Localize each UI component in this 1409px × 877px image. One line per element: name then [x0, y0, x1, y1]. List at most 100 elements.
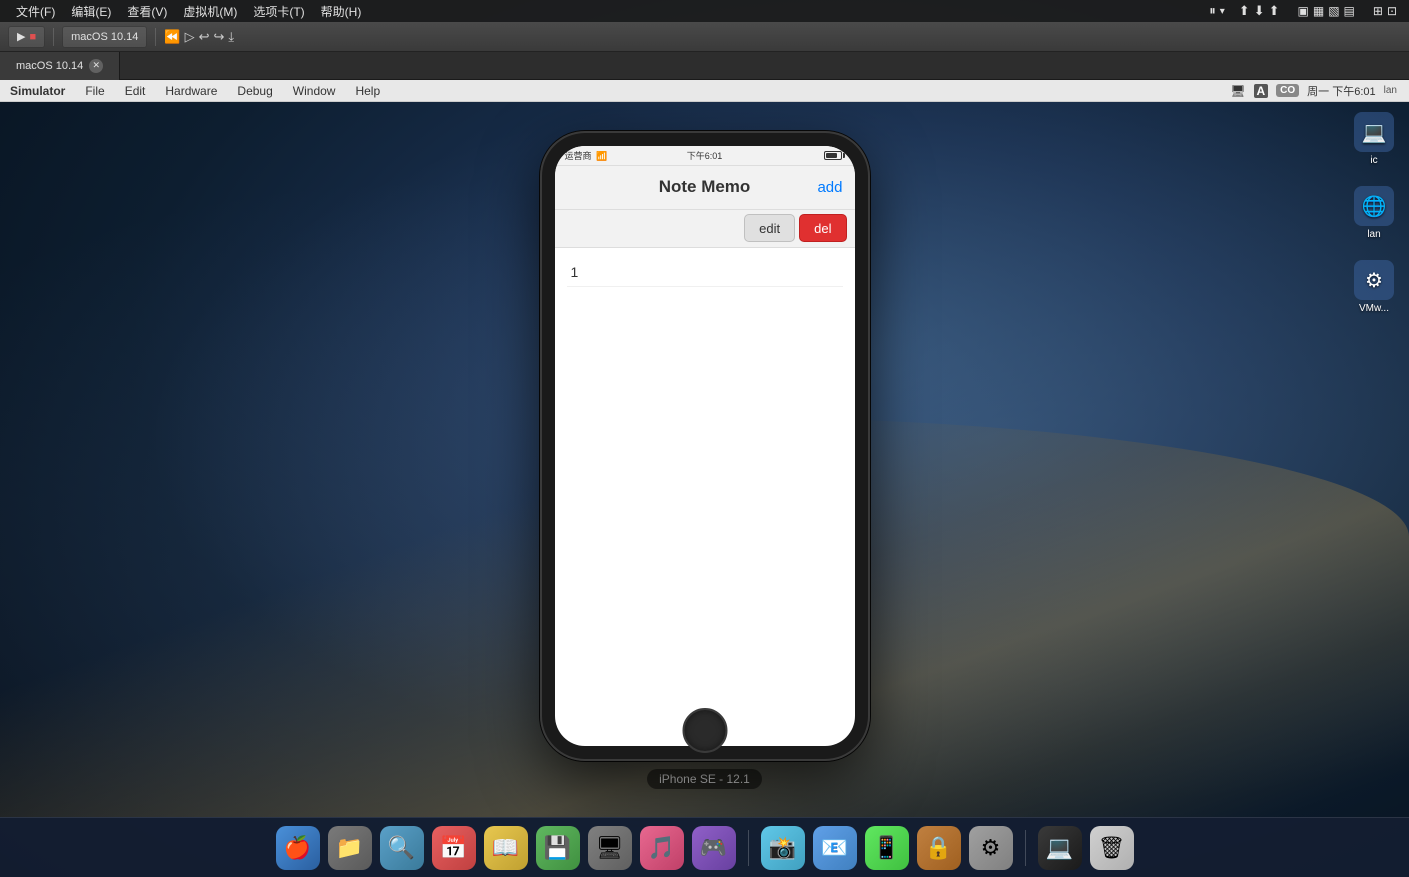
desktop-icon-vmw[interactable]: ⚙ VMw... — [1344, 260, 1404, 314]
dock-icon-game[interactable]: 🎮 — [692, 826, 736, 870]
dock-icon-finder[interactable]: 🍎 — [276, 826, 320, 870]
dock-icon-settings[interactable]: ⚙ — [969, 826, 1013, 870]
toolbar-icon-1[interactable]: ⏪ — [164, 29, 180, 45]
edit-button[interactable]: edit — [744, 214, 795, 242]
toolbar-icon-4[interactable]: ↪ — [213, 29, 224, 45]
ic-icon: 💻 — [1354, 112, 1394, 152]
desktop-icon-ic[interactable]: 💻 ic — [1344, 112, 1404, 166]
sim-menu-file[interactable]: File — [75, 80, 114, 102]
dock-icon-terminal[interactable]: 💻 — [1038, 826, 1082, 870]
battery-fill — [826, 153, 838, 158]
ios-carrier: 运营商 📶 — [565, 149, 687, 162]
dock-icon-notes[interactable]: 📖 — [484, 826, 528, 870]
sim-menubar-right: 🖥 A CO 周一 下午6:01 lan — [1230, 83, 1409, 99]
sim-menu-hardware[interactable]: Hardware — [155, 80, 227, 102]
ios-content-area: 1 — [555, 248, 855, 297]
add-button[interactable]: add — [817, 179, 842, 196]
phone-home-button[interactable] — [682, 708, 727, 753]
screen1-icon[interactable]: ⊞ — [1373, 4, 1383, 18]
run-button[interactable]: ▶ ■ — [8, 26, 45, 48]
layout4-icon[interactable]: ▤ — [1344, 4, 1355, 18]
send3-icon[interactable]: ⬆ — [1269, 3, 1280, 19]
toolbar-separator-2 — [155, 28, 156, 46]
tab-label: macOS 10.14 — [16, 60, 83, 72]
sim-menu-window[interactable]: Window — [283, 80, 346, 102]
menubar-edit[interactable]: 编辑(E) — [63, 0, 119, 22]
tab-bar: macOS 10.14 ✕ — [0, 52, 1409, 80]
ios-nav-bar: Note Memo add — [555, 166, 855, 210]
vmw-label: VMw... — [1359, 303, 1389, 314]
menubar-help[interactable]: 帮助(H) — [313, 0, 370, 22]
dock-icon-search[interactable]: 🔍 — [380, 826, 424, 870]
layout1-icon[interactable]: ▣ — [1298, 4, 1309, 18]
menubar-vm[interactable]: 虚拟机(M) — [175, 0, 245, 22]
dock-separator — [748, 830, 749, 866]
dock-icon-trash[interactable]: 🗑 — [1090, 826, 1134, 870]
ios-time: 下午6:01 — [687, 149, 723, 162]
dock-icon-mail[interactable]: 📧 — [813, 826, 857, 870]
menubar-left: 文件(F) 编辑(E) 查看(V) 虚拟机(M) 选项卡(T) 帮助(H) — [0, 0, 1209, 22]
dock-icon-phone[interactable]: 📱 — [865, 826, 909, 870]
stop-icon: ■ — [29, 31, 36, 43]
screen2-icon[interactable]: ⊡ — [1387, 4, 1397, 18]
phone-body: 运营商 📶 下午6:01 Note — [540, 131, 870, 761]
wifi-icon: 📶 — [596, 151, 607, 161]
co-badge: CO — [1276, 84, 1299, 97]
top-menubar: 文件(F) 编辑(E) 查看(V) 虚拟机(M) 选项卡(T) 帮助(H) ⏸ … — [0, 0, 1409, 22]
xcode-toolbar: ▶ ■ macOS 10.14 ⏪ ▷ ↩ ↪ ⤓ — [0, 22, 1409, 52]
menubar-tabs[interactable]: 选项卡(T) — [245, 0, 312, 22]
simulator-menubar: Simulator File Edit Hardware Debug Windo… — [0, 80, 1409, 102]
tab-macos[interactable]: macOS 10.14 ✕ — [0, 52, 120, 80]
toolbar-icon-2[interactable]: ▷ — [185, 29, 195, 45]
font-icon: A — [1254, 84, 1269, 98]
vmw-icon: ⚙ — [1354, 260, 1394, 300]
battery-tip — [843, 153, 845, 158]
layout3-icon[interactable]: ▧ — [1328, 4, 1339, 18]
scheme-selector[interactable]: macOS 10.14 — [62, 26, 147, 48]
dock-icon-lock[interactable]: 🔒 — [917, 826, 961, 870]
phone-simulator-container: 运营商 📶 下午6:01 Note — [540, 131, 870, 789]
run-icon: ▶ — [17, 30, 25, 43]
display-icon: 🖥 — [1230, 84, 1245, 98]
layout2-icon[interactable]: ▦ — [1313, 4, 1324, 18]
sim-menu-simulator[interactable]: Simulator — [0, 80, 75, 102]
dock-icon-drive[interactable]: 💾 — [536, 826, 580, 870]
tab-close-button[interactable]: ✕ — [89, 59, 103, 73]
del-button[interactable]: del — [799, 214, 846, 242]
dock-icon-calendar[interactable]: 📅 — [432, 826, 476, 870]
right-desktop-icons: 💻 ic 🌐 lan ⚙ VMw... — [1339, 102, 1409, 314]
dock-icon-folder[interactable]: 📁 — [328, 826, 372, 870]
sim-time: 周一 下午6:01 — [1307, 83, 1375, 99]
battery-indicator — [824, 151, 845, 160]
note-item-1[interactable]: 1 — [567, 258, 843, 287]
desktop-icon-lan[interactable]: 🌐 lan — [1344, 186, 1404, 240]
send2-icon[interactable]: ⬇ — [1254, 3, 1265, 19]
toolbar-icon-5[interactable]: ⤓ — [228, 29, 234, 45]
menubar-view[interactable]: 查看(V) — [119, 0, 175, 22]
menubar-file[interactable]: 文件(F) — [8, 0, 63, 22]
ios-status-bar: 运营商 📶 下午6:01 — [555, 146, 855, 166]
menubar-right: ⏸ ▾ ⬆ ⬇ ⬆ ▣ ▦ ▧ ▤ ⊞ ⊡ — [1209, 3, 1409, 19]
desktop-area: 💻 ic 🌐 lan ⚙ VMw... 运营商 📶 下午6:01 — [0, 102, 1409, 817]
sim-menu-help[interactable]: Help — [345, 80, 390, 102]
dock-icon-photos[interactable]: 📸 — [761, 826, 805, 870]
toolbar-icon-3[interactable]: ↩ — [199, 29, 210, 45]
lan-icon: 🌐 — [1354, 186, 1394, 226]
dock: 🍎 📁 🔍 📅 📖 💾 🖥 🎵 🎮 📸 📧 📱 🔒 ⚙ 💻 🗑 — [0, 817, 1409, 877]
phone-model-label: iPhone SE - 12.1 — [647, 769, 762, 789]
dock-icon-display[interactable]: 🖥 — [588, 826, 632, 870]
lan-icon-label: lan — [1367, 229, 1380, 240]
send1-icon[interactable]: ⬆ — [1239, 3, 1250, 19]
dock-separator-2 — [1025, 830, 1026, 866]
dropdown-icon[interactable]: ▾ — [1220, 6, 1225, 17]
ios-action-bar: edit del — [555, 210, 855, 248]
sim-menu-edit[interactable]: Edit — [115, 80, 156, 102]
dock-icon-music[interactable]: 🎵 — [640, 826, 684, 870]
sim-menu-debug[interactable]: Debug — [227, 80, 282, 102]
ios-battery — [722, 151, 844, 160]
phone-label-wrap: iPhone SE - 12.1 — [540, 761, 870, 789]
toolbar-separator — [53, 28, 54, 46]
phone-screen: 运营商 📶 下午6:01 Note — [555, 146, 855, 746]
pause-icon[interactable]: ⏸ — [1209, 3, 1216, 19]
nav-title: Note Memo — [659, 177, 751, 197]
